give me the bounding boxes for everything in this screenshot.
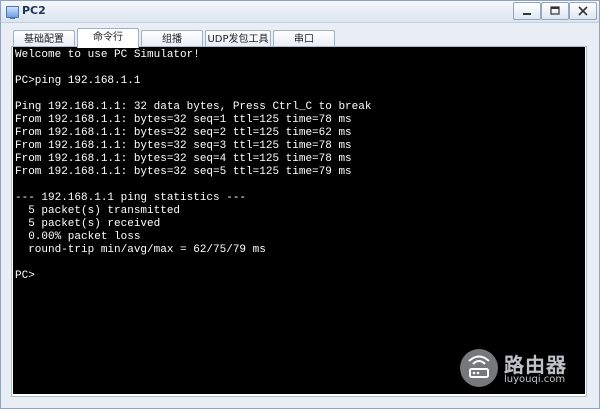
tab-serial-port[interactable]: 串口 [273, 30, 335, 47]
terminal-line: Welcome to use PC Simulator! [15, 49, 200, 61]
terminal-line: round-trip min/avg/max = 62/75/79 ms [15, 244, 266, 256]
terminal-line: Ping 192.168.1.1: 32 data bytes, Press C… [15, 101, 372, 113]
maximize-icon [550, 6, 560, 15]
tab-bar: 基础配置 命令行 组播 UDP发包工具 串口 [1, 23, 599, 48]
terminal-line: From 192.168.1.1: bytes=32 seq=3 ttl=125… [15, 140, 352, 152]
window-title: PC2 [22, 4, 46, 17]
terminal-line: 0.00% packet loss [15, 231, 141, 243]
tab-udp-tool[interactable]: UDP发包工具 [205, 30, 271, 47]
terminal-line: From 192.168.1.1: bytes=32 seq=1 ttl=125… [15, 114, 352, 126]
tab-basic-config[interactable]: 基础配置 [13, 30, 75, 47]
close-button[interactable] [569, 2, 597, 20]
terminal-line: --- 192.168.1.1 ping statistics --- [15, 192, 247, 204]
close-icon [578, 6, 588, 16]
terminal-prompt: PC> [15, 270, 35, 282]
minimize-icon [523, 13, 531, 15]
maximize-button[interactable] [541, 2, 569, 20]
terminal-line: From 192.168.1.1: bytes=32 seq=4 ttl=125… [15, 153, 352, 165]
command-terminal[interactable]: Welcome to use PC Simulator! PC>ping 192… [13, 47, 585, 394]
terminal-line: From 192.168.1.1: bytes=32 seq=2 ttl=125… [15, 127, 352, 139]
terminal-line: From 192.168.1.1: bytes=32 seq=5 ttl=125… [15, 166, 352, 178]
minimize-button[interactable] [513, 2, 541, 20]
terminal-line: 5 packet(s) received [15, 218, 161, 230]
tab-command-line[interactable]: 命令行 [77, 28, 139, 48]
pc-app-icon [6, 6, 19, 19]
watermark: 路由器 luyouqi.com [460, 349, 590, 389]
title-bar[interactable]: PC2 [1, 1, 599, 23]
terminal-output: Welcome to use PC Simulator! PC>ping 192… [15, 49, 371, 283]
tab-multicast[interactable]: 组播 [141, 30, 203, 47]
watermark-subtitle: luyouqi.com [504, 374, 566, 385]
terminal-line: 5 packet(s) transmitted [15, 205, 181, 217]
terminal-line: PC>ping 192.168.1.1 [15, 75, 141, 87]
router-logo-icon [460, 349, 498, 387]
